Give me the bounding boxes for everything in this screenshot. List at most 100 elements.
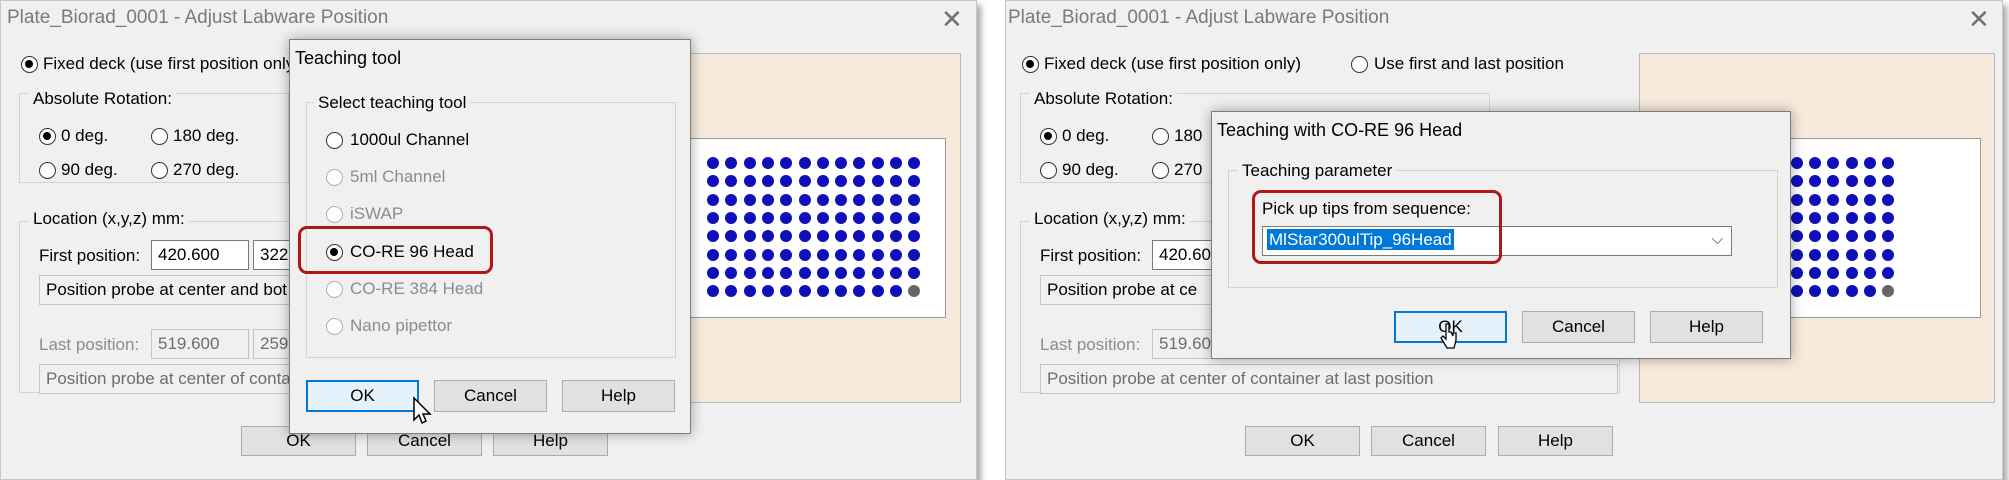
first-probe-select[interactable]: Position probe at center and bot	[39, 275, 303, 305]
well-dot	[816, 175, 829, 188]
well-dot	[1864, 248, 1876, 261]
option-nano-label: Nano pipettor	[350, 316, 453, 335]
dialog-cancel-button[interactable]: Cancel	[1522, 311, 1635, 343]
well-dot	[1790, 266, 1803, 279]
well-dot	[816, 157, 829, 169]
dialog-cancel-button[interactable]: Cancel	[434, 380, 547, 412]
teaching-parameter-label: Teaching parameter	[1238, 161, 1397, 181]
plate-preview	[686, 138, 946, 318]
location-label: Location (x,y,z) mm:	[29, 209, 189, 229]
option-iswap-radio[interactable]	[326, 206, 343, 223]
well-dot	[1790, 230, 1803, 243]
well-dot	[780, 175, 793, 188]
well-dot	[1882, 175, 1895, 188]
well-dot	[1882, 285, 1895, 298]
dialog-ok-button[interactable]: OK	[306, 380, 419, 412]
well-dot	[761, 230, 774, 243]
well-dot	[871, 230, 884, 243]
cancel-button[interactable]: Cancel	[1371, 426, 1486, 456]
location-label: Location (x,y,z) mm:	[1030, 209, 1190, 229]
well-dot	[853, 285, 866, 298]
dialog-help-button[interactable]: Help	[1650, 311, 1763, 343]
window-title: Plate_Biorad_0001 - Adjust Labware Posit…	[1008, 7, 1390, 28]
highlight-box	[298, 226, 493, 274]
rotation-270-radio[interactable]	[1152, 162, 1169, 179]
first-position-label: First position:	[39, 246, 141, 265]
first-last-radio[interactable]	[1351, 56, 1368, 73]
first-position-label: First position:	[1040, 246, 1142, 265]
rotation-180-radio[interactable]	[1152, 128, 1169, 145]
well-dot	[1845, 157, 1858, 169]
rotation-270-label: 270 deg.	[173, 160, 240, 179]
well-dot	[798, 175, 811, 188]
well-dot	[1790, 211, 1803, 224]
teaching-core96-dialog: Teaching with CO-RE 96 Head Teaching par…	[1211, 111, 1791, 359]
well-dot	[908, 193, 921, 206]
rotation-270-radio[interactable]	[151, 162, 168, 179]
rotation-label: Absolute Rotation:	[1030, 89, 1177, 109]
well-dot	[853, 193, 866, 206]
well-dot	[853, 230, 866, 243]
last-x-field[interactable]: 519.600	[151, 329, 249, 359]
option-nano-radio[interactable]	[326, 318, 343, 335]
well-dot	[1827, 193, 1840, 206]
well-dot	[761, 285, 774, 298]
teaching-tool-dialog: Teaching tool Select teaching tool 1000u…	[289, 39, 691, 434]
radio-icon[interactable]	[21, 56, 38, 73]
last-probe-select[interactable]: Position probe at center of container at…	[1040, 364, 1618, 394]
well-dot	[725, 230, 738, 243]
well-dot	[725, 248, 738, 261]
well-dot	[1882, 193, 1895, 206]
well-dot	[908, 157, 921, 169]
ok-button[interactable]: OK	[1245, 426, 1360, 456]
first-x-field[interactable]: 420.600	[151, 240, 249, 270]
well-dot	[1864, 193, 1876, 206]
well-dot	[835, 248, 848, 261]
close-icon[interactable]: ✕	[941, 6, 963, 32]
well-dot	[908, 211, 921, 224]
well-dot	[1809, 157, 1822, 169]
option-core384-radio[interactable]	[326, 281, 343, 298]
rotation-180-radio[interactable]	[151, 128, 168, 145]
well-dot	[1827, 211, 1840, 224]
option-5ml-radio[interactable]	[326, 169, 343, 186]
well-dot	[780, 230, 793, 243]
well-dot	[1809, 285, 1822, 298]
rotation-0-radio[interactable]	[1040, 128, 1057, 145]
well-dot	[780, 157, 793, 169]
well-dot	[1864, 285, 1876, 298]
well-dot	[743, 211, 756, 224]
well-dot	[761, 248, 774, 261]
well-dot	[853, 211, 866, 224]
option-core384-label: CO-RE 384 Head	[350, 279, 484, 298]
well-dot	[743, 230, 756, 243]
close-icon[interactable]: ✕	[1968, 6, 1990, 32]
fixed-deck-radio[interactable]	[1022, 56, 1039, 73]
well-dot	[780, 266, 793, 279]
well-dot	[1882, 248, 1895, 261]
well-dot	[1845, 285, 1858, 298]
chevron-down-icon: ⌵	[1711, 231, 1723, 248]
well-dot	[725, 175, 738, 188]
well-dot	[816, 248, 829, 261]
well-dot	[816, 193, 829, 206]
option-1000ul-radio[interactable]	[326, 132, 343, 149]
well-dot	[1790, 175, 1803, 188]
well-dot	[743, 248, 756, 261]
well-dot	[743, 266, 756, 279]
option-1000ul-label: 1000ul Channel	[350, 130, 470, 149]
last-position-label: Last position:	[1040, 335, 1141, 354]
last-probe-select[interactable]: Position probe at center of conta	[39, 364, 303, 394]
help-button[interactable]: Help	[1498, 426, 1613, 456]
well-dot	[835, 175, 848, 188]
well-dot	[798, 157, 811, 169]
rotation-0-radio[interactable]	[39, 128, 56, 145]
well-dot	[1845, 230, 1858, 243]
well-dot	[707, 266, 719, 279]
dialog-help-button[interactable]: Help	[562, 380, 675, 412]
rotation-90-radio[interactable]	[39, 162, 56, 179]
option-5ml-label: 5ml Channel	[350, 167, 446, 186]
well-dot	[816, 266, 829, 279]
well-dot	[853, 157, 866, 169]
rotation-90-radio[interactable]	[1040, 162, 1057, 179]
